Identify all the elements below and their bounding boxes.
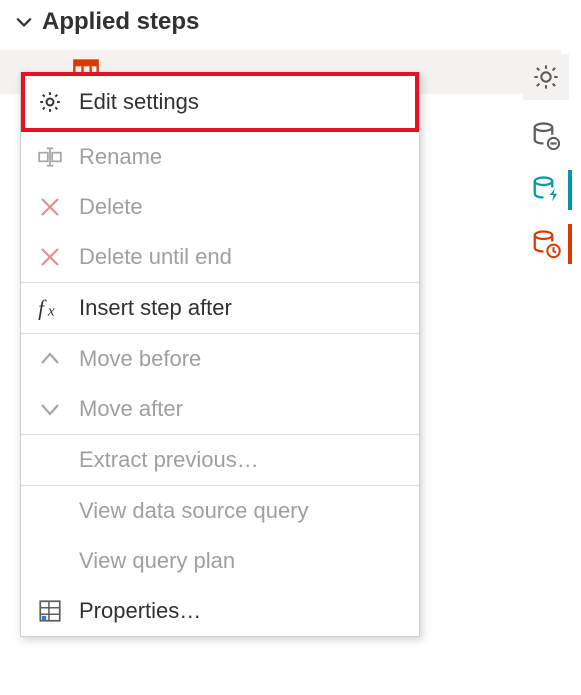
gear-icon xyxy=(35,87,65,117)
menu-label: View data source query xyxy=(79,498,309,524)
menu-label: Edit settings xyxy=(79,89,199,115)
menu-label: Delete xyxy=(79,194,143,220)
step-settings-button[interactable] xyxy=(523,54,569,100)
menu-label: View query plan xyxy=(79,548,235,574)
menu-edit-settings[interactable]: Edit settings xyxy=(21,73,419,131)
step-options-sidebar xyxy=(523,54,569,262)
menu-move-before[interactable]: Move before xyxy=(21,334,419,384)
delete-x-icon xyxy=(35,242,65,272)
applied-steps-header[interactable]: Applied steps xyxy=(0,0,581,44)
menu-properties[interactable]: Properties… xyxy=(21,586,419,636)
menu-insert-step-after[interactable]: f x Insert step after xyxy=(21,283,419,333)
menu-label: Extract previous… xyxy=(79,447,259,473)
database-minus-icon xyxy=(531,121,561,151)
menu-delete[interactable]: Delete xyxy=(21,182,419,232)
menu-rename[interactable]: Rename xyxy=(21,132,419,182)
accent-bar-icon xyxy=(568,224,572,264)
menu-label: Move before xyxy=(79,346,201,372)
svg-text:f: f xyxy=(38,297,47,321)
rename-icon xyxy=(35,142,65,172)
chevron-up-icon xyxy=(35,344,65,374)
step-context-menu: Edit settings Rename Delete Delete until… xyxy=(20,72,420,637)
menu-delete-until-end[interactable]: Delete until end xyxy=(21,232,419,282)
database-lightning-icon xyxy=(531,175,561,205)
chevron-down-icon xyxy=(14,12,34,32)
menu-label: Move after xyxy=(79,396,183,422)
menu-label: Insert step after xyxy=(79,295,232,321)
menu-label: Properties… xyxy=(79,598,201,624)
database-schedule-button[interactable] xyxy=(528,226,564,262)
accent-bar-icon xyxy=(568,170,572,210)
properties-icon xyxy=(35,596,65,626)
svg-text:x: x xyxy=(47,303,55,320)
menu-extract-previous[interactable]: Extract previous… xyxy=(21,435,419,485)
fx-icon: f x xyxy=(35,293,65,323)
gear-icon xyxy=(532,63,560,91)
database-clock-icon xyxy=(531,229,561,259)
menu-move-after[interactable]: Move after xyxy=(21,384,419,434)
database-remove-button[interactable] xyxy=(528,118,564,154)
database-direct-button[interactable] xyxy=(528,172,564,208)
menu-view-data-source-query[interactable]: View data source query xyxy=(21,486,419,536)
menu-label: Delete until end xyxy=(79,244,232,270)
delete-x-icon xyxy=(35,192,65,222)
menu-view-query-plan[interactable]: View query plan xyxy=(21,536,419,586)
chevron-down-icon xyxy=(35,394,65,424)
section-title: Applied steps xyxy=(42,8,199,36)
menu-label: Rename xyxy=(79,144,162,170)
